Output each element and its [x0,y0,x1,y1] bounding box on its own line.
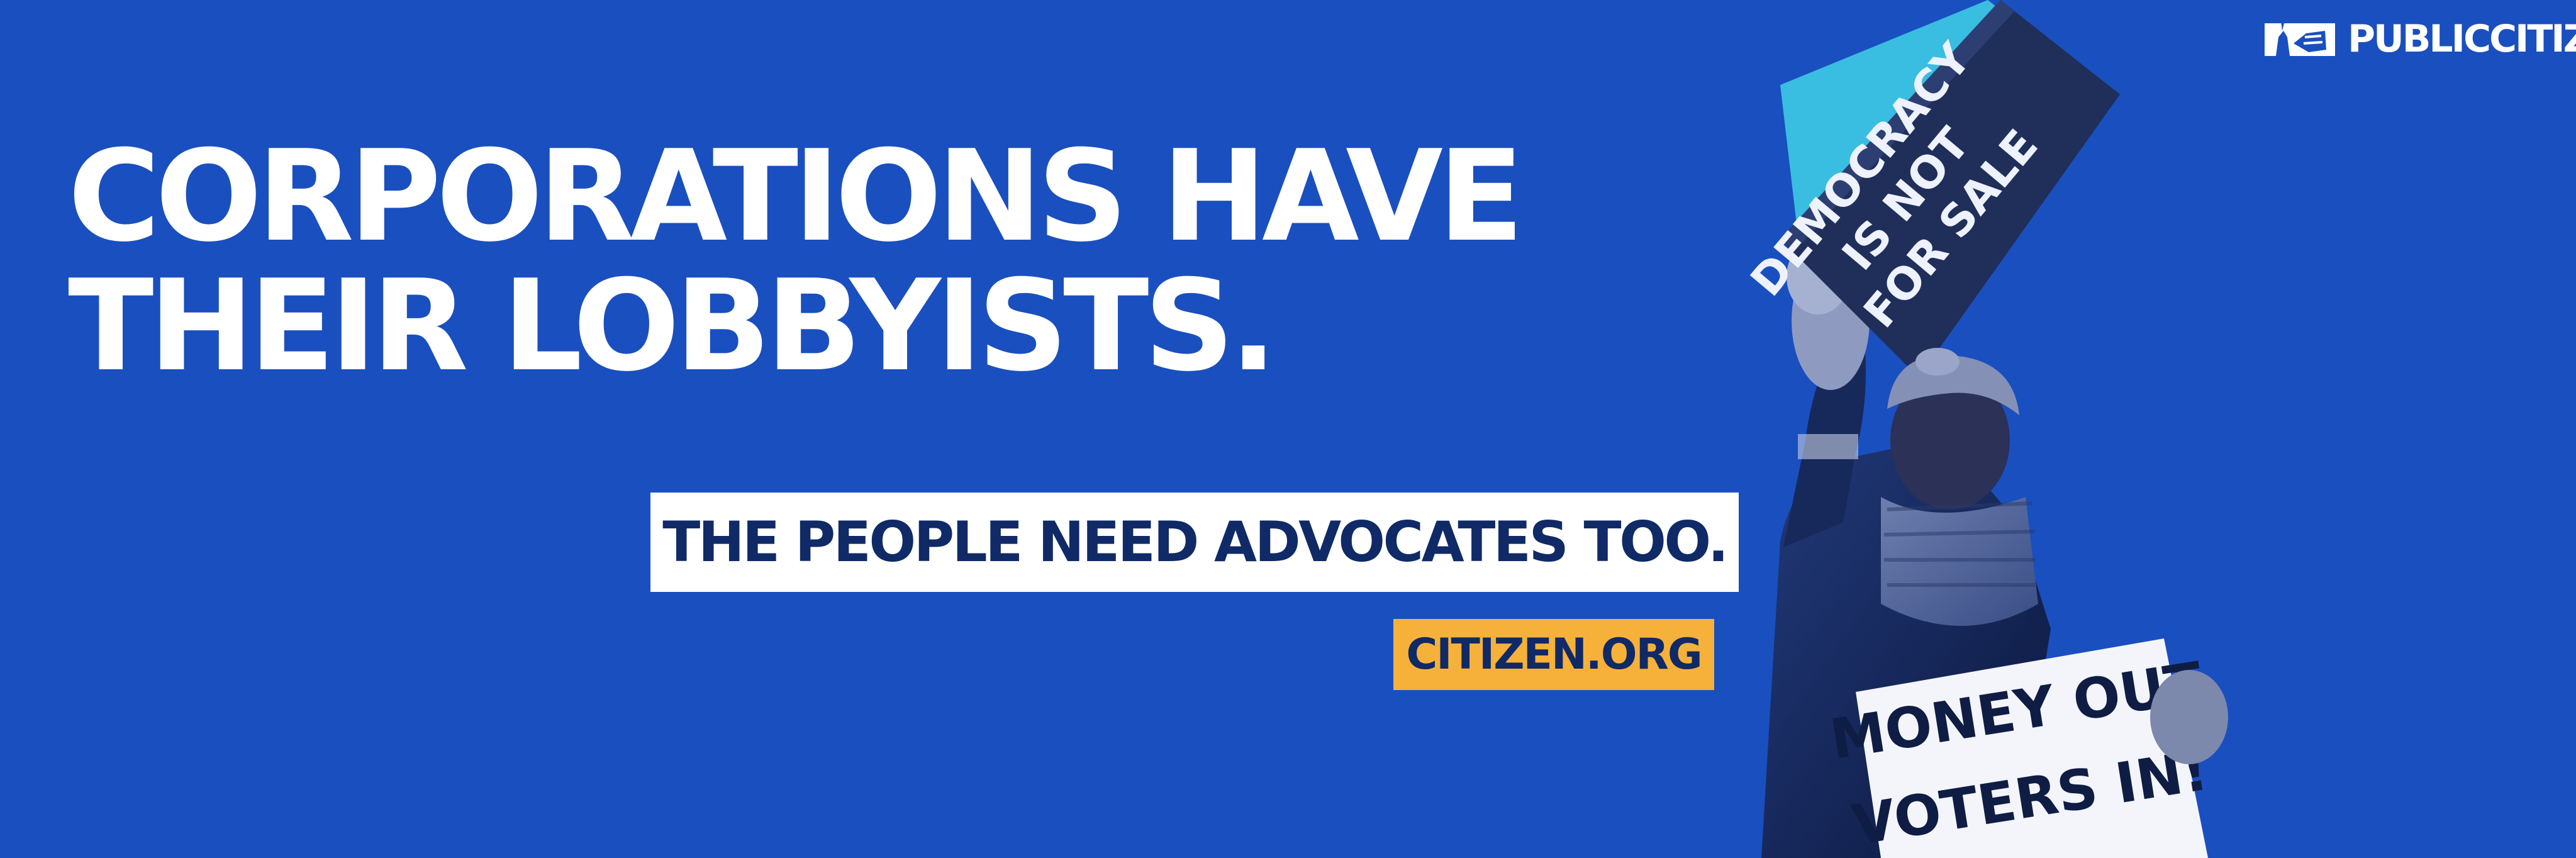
subline-banner: THE PEOPLE NEED ADVOCATES TOO. [650,493,1739,592]
headline-line-2: THEIR LOBBYISTS. [68,253,1277,399]
brand-name: PUBLICCITIZEN [2348,17,2576,61]
headline-line-1: CORPORATIONS HAVE [68,123,1524,270]
statue-of-liberty-logo-icon [2265,21,2335,56]
headline: CORPORATIONS HAVE THEIR LOBBYISTS. [68,123,1524,399]
url-badge[interactable]: CITIZEN.ORG [1393,619,1714,690]
brand[interactable]: PUBLICCITIZEN [2265,14,2576,64]
protester-photo: DEMOCRACY IS NOT FOR SALE MONEY OUT VOTE… [1741,0,2228,858]
banner: CORPORATIONS HAVE THEIR LOBBYISTS. THE P… [0,0,2576,858]
